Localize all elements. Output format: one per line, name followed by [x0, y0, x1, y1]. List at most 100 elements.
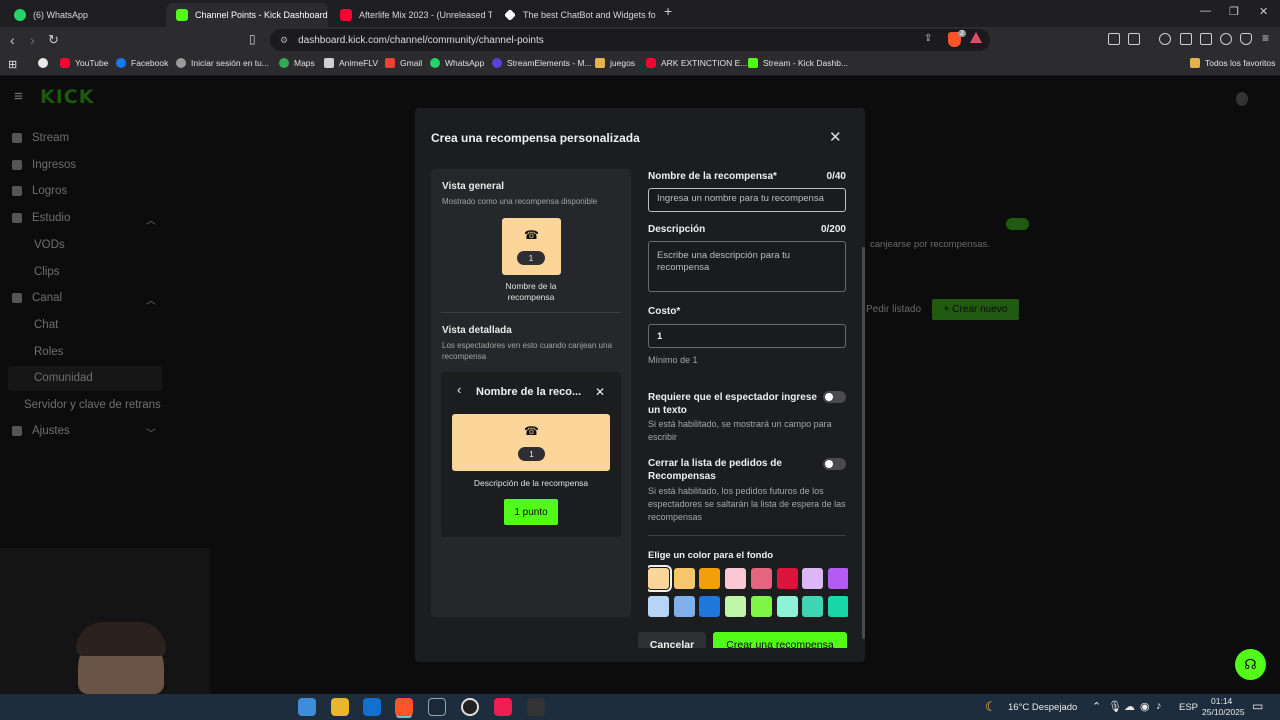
color-swatch[interactable] — [699, 596, 721, 617]
close-window-icon[interactable]: ✕ — [1259, 5, 1268, 18]
forward-icon[interactable]: › — [30, 32, 35, 48]
color-swatch[interactable] — [725, 568, 747, 589]
volume-icon[interactable]: ♪ — [1156, 700, 1162, 712]
restore-icon[interactable]: ❐ — [1229, 5, 1239, 18]
background-create-button[interactable]: + Crear nuevo — [932, 299, 1019, 320]
minimize-icon[interactable]: — — [1200, 5, 1211, 17]
microphone-icon[interactable]: 🎙 — [1108, 700, 1122, 713]
clock-date[interactable]: 25/10/2025 — [1202, 707, 1245, 717]
color-swatch[interactable] — [827, 568, 848, 589]
back-chevron-icon[interactable]: ‹ — [457, 382, 461, 397]
cost-input[interactable]: 1 — [648, 324, 846, 348]
color-swatch[interactable] — [648, 596, 669, 617]
bookmark-juegos[interactable]: juegos — [595, 58, 635, 68]
reload-icon[interactable]: ↻ — [48, 32, 59, 48]
outlook-icon[interactable] — [363, 698, 381, 716]
color-swatch[interactable] — [673, 568, 695, 589]
avatar[interactable] — [1236, 92, 1248, 106]
sidebar-item-comunidad[interactable]: Comunidad — [34, 372, 93, 384]
color-swatch[interactable] — [827, 596, 848, 617]
tab-whatsapp[interactable]: (6) WhatsApp — [4, 3, 164, 27]
bookmark-ark[interactable]: ARK EXTINCTION E... — [646, 58, 747, 68]
network-icon[interactable]: ◉ — [1140, 700, 1150, 713]
color-swatch[interactable] — [750, 596, 772, 617]
share-icon[interactable]: ⇪ — [924, 33, 932, 44]
notification-icon[interactable]: ▭ — [1252, 699, 1263, 713]
support-chat-icon[interactable]: ☊ — [1235, 649, 1266, 680]
brave-rewards-icon[interactable] — [970, 32, 982, 43]
sidebar-item-clips[interactable]: Clips — [34, 266, 60, 278]
bookmark-facebook[interactable]: Facebook — [116, 58, 168, 68]
bookmark-maps[interactable]: Maps — [279, 58, 315, 68]
color-swatch[interactable] — [802, 596, 824, 617]
chevron-down-icon[interactable]: ﹀ — [146, 425, 156, 440]
close-list-toggle[interactable] — [823, 458, 846, 470]
store-icon[interactable] — [298, 698, 316, 716]
back-icon[interactable]: ‹ — [10, 32, 15, 48]
apps-grid-icon[interactable]: ⊞ — [8, 58, 17, 71]
hamburger-icon[interactable]: ≡ — [14, 88, 23, 105]
color-swatch[interactable] — [802, 568, 824, 589]
bookmark-youtube[interactable]: YouTube — [60, 58, 108, 68]
sidebar-item-roles[interactable]: Roles — [34, 346, 63, 358]
bookmark-streamelements[interactable]: StreamElements - M... — [492, 58, 592, 68]
new-tab-icon[interactable]: + — [664, 3, 672, 19]
bookmark-animeflv[interactable]: AnimeFLV — [324, 58, 378, 68]
color-swatch[interactable] — [776, 568, 798, 589]
sidebar-icon[interactable] — [1180, 33, 1192, 45]
tiktok-icon[interactable] — [494, 698, 512, 716]
tab-afterlife-mix[interactable]: Afterlife Mix 2023 - (Unreleased T — [330, 3, 492, 27]
color-swatch[interactable] — [699, 568, 721, 589]
epic-games-icon[interactable] — [527, 698, 545, 716]
bookmark-login[interactable]: Iniciar sesión en tu... — [176, 58, 269, 68]
color-swatch[interactable] — [776, 596, 798, 617]
color-swatch[interactable] — [673, 596, 695, 617]
sidebar-item-stream[interactable]: Stream — [12, 132, 69, 144]
color-swatch[interactable] — [750, 568, 772, 589]
sidebar-item-chat[interactable]: Chat — [34, 319, 58, 331]
reward-name-input[interactable]: Ingresa un nombre para tu recompensa — [648, 188, 846, 212]
file-explorer-icon[interactable] — [331, 698, 349, 716]
channel-points-toggle[interactable] — [1006, 218, 1029, 230]
close-icon[interactable]: ✕ — [829, 128, 842, 146]
clock-time[interactable]: 01:14 — [1211, 696, 1232, 706]
wallet-icon[interactable] — [1200, 33, 1212, 45]
leo-ai-icon[interactable] — [1220, 33, 1232, 45]
modal-scrollbar[interactable] — [862, 247, 865, 639]
site-info-icon[interactable]: ⚙ — [280, 35, 288, 46]
bookmark-kick-dashboard[interactable]: Stream - Kick Dashb... — [748, 58, 848, 68]
color-swatch[interactable] — [648, 565, 672, 592]
chevron-up-icon[interactable]: ︿ — [146, 292, 156, 307]
sidebar-item-logros[interactable]: Logros — [12, 185, 67, 197]
bookmark-icon[interactable]: ▯ — [249, 32, 256, 46]
menu-icon[interactable]: ≡ — [1262, 31, 1269, 45]
obs-icon[interactable] — [461, 698, 479, 716]
tab-search-icon[interactable] — [1128, 33, 1140, 45]
brave-icon[interactable] — [395, 698, 413, 716]
extensions-icon[interactable] — [1108, 33, 1120, 45]
sidebar-item-ingresos[interactable]: Ingresos — [12, 159, 76, 171]
tab-channel-points[interactable]: Channel Points - Kick Dashboard ✕ — [166, 3, 328, 27]
sidebar-item-ajustes[interactable]: Ajustes — [12, 425, 70, 437]
steam-icon[interactable] — [428, 698, 446, 716]
bookmark-all-favorites[interactable]: Todos los favoritos — [1190, 58, 1275, 68]
kick-logo[interactable]: KICK — [40, 86, 94, 108]
background-edit-link[interactable]: Pedir listado — [866, 304, 921, 315]
tray-chevron-icon[interactable]: ⌃ — [1092, 700, 1101, 713]
description-textarea[interactable]: Escribe una descripción para tu recompen… — [648, 241, 846, 292]
bookmark-whatsapp[interactable]: WhatsApp — [430, 58, 484, 68]
bookmark-gmail[interactable]: Gmail — [385, 58, 422, 68]
music-icon[interactable] — [1159, 33, 1171, 45]
tab-chatbot[interactable]: The best ChatBot and Widgets for Ki — [494, 3, 656, 27]
points-button[interactable]: 1 punto — [504, 499, 558, 525]
sidebar-item-vods[interactable]: VODs — [34, 239, 65, 251]
sidebar-item-servidor[interactable]: Servidor y clave de retrans — [24, 399, 161, 411]
weather-text[interactable]: 16°C Despejado — [1008, 702, 1077, 713]
close-icon[interactable]: ✕ — [595, 385, 605, 399]
google-icon[interactable] — [38, 58, 48, 68]
sidebar-item-estudio[interactable]: Estudio — [12, 212, 70, 224]
chevron-up-icon[interactable]: ︿ — [146, 212, 156, 227]
color-swatch[interactable] — [725, 596, 747, 617]
language-indicator[interactable]: ESP — [1179, 702, 1198, 713]
vpn-icon[interactable] — [1240, 33, 1252, 45]
